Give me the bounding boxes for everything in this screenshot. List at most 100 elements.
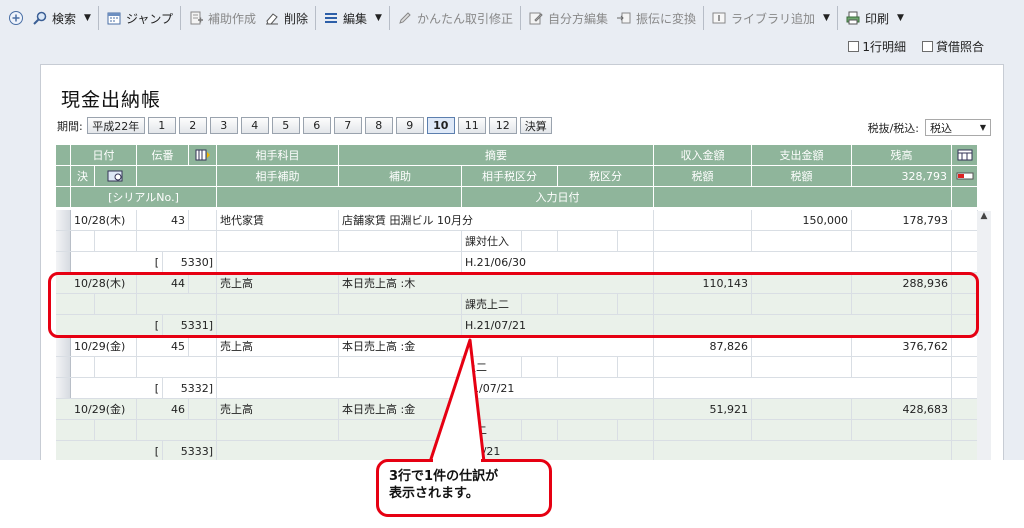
- cell-balance[interactable]: 178,793: [852, 210, 952, 230]
- journal-entry[interactable]: 10/29(金) 45 売上高 本日売上高 :金 87,826 376,762 上二[533…: [56, 336, 978, 399]
- cell-empty[interactable]: [339, 420, 462, 440]
- sub-create-button[interactable]: 補助作成: [184, 5, 260, 31]
- cell-empty[interactable]: [217, 252, 462, 272]
- cell-empty[interactable]: [952, 231, 978, 251]
- chevron-down-icon[interactable]: ▼: [375, 13, 382, 23]
- journal-entry[interactable]: 10/28(木) 43 地代家賃 店舗家賃 田淵ビル 10月分 150,000 178,7…: [56, 210, 978, 273]
- month-button[interactable]: 7: [333, 117, 362, 134]
- cell-empty[interactable]: [522, 231, 558, 251]
- cell-empty[interactable]: [852, 231, 952, 251]
- header-balance[interactable]: 残高: [852, 145, 952, 165]
- cell-empty[interactable]: [217, 441, 462, 460]
- cell-empty[interactable]: [95, 231, 137, 251]
- month-button[interactable]: 9: [395, 117, 424, 134]
- cell-empty[interactable]: [217, 378, 462, 398]
- cell-empty[interactable]: [952, 336, 978, 356]
- balance-check-checkbox[interactable]: 貸借照合: [921, 38, 984, 55]
- cell-empty[interactable]: [339, 231, 462, 251]
- search-button[interactable]: 検索 ▼: [28, 5, 95, 31]
- era-button[interactable]: 平成22年: [86, 117, 145, 134]
- cell-empty[interactable]: [95, 357, 137, 377]
- header-aux[interactable]: 補助: [339, 166, 462, 186]
- cell-empty[interactable]: [618, 231, 654, 251]
- jump-button[interactable]: ジャンプ: [102, 5, 177, 31]
- month-button[interactable]: 11: [457, 117, 486, 134]
- cell-empty[interactable]: [217, 231, 339, 251]
- cell-summary[interactable]: 本日売上高 :金: [339, 336, 654, 356]
- cell-expense[interactable]: [752, 399, 852, 419]
- cell-empty[interactable]: [952, 420, 978, 440]
- cell-counter-tax[interactable]: 課対仕入: [462, 231, 522, 251]
- cell-summary[interactable]: 店舗家賃 田淵ビル 10月分: [339, 210, 654, 230]
- cell-empty[interactable]: [952, 210, 978, 230]
- cell-empty[interactable]: [952, 357, 978, 377]
- header-counter-tax[interactable]: 相手税区分: [462, 166, 558, 186]
- cell-empty[interactable]: [189, 336, 217, 356]
- month-button[interactable]: 6: [302, 117, 331, 134]
- cell-income[interactable]: 51,921: [654, 399, 752, 419]
- print-button[interactable]: 印刷 ▼: [841, 5, 908, 31]
- cell-voucher[interactable]: 43: [137, 210, 189, 230]
- cell-balance[interactable]: 428,683: [852, 399, 952, 419]
- month-button[interactable]: 4: [240, 117, 269, 134]
- cell-account[interactable]: 売上高: [217, 399, 339, 419]
- cell-empty[interactable]: [189, 210, 217, 230]
- cell-input-date[interactable]: /07/21: [462, 441, 654, 460]
- cell-serial-open[interactable]: [: [71, 252, 163, 272]
- cell-voucher[interactable]: 45: [137, 336, 189, 356]
- cell-empty[interactable]: [71, 420, 95, 440]
- cell-empty[interactable]: [654, 420, 752, 440]
- cell-empty[interactable]: [852, 420, 952, 440]
- cell-expense[interactable]: [752, 336, 852, 356]
- header-tax-amount-income[interactable]: 税額: [654, 166, 752, 186]
- cell-expense[interactable]: 150,000: [752, 210, 852, 230]
- header-income[interactable]: 収入金額: [654, 145, 752, 165]
- header-settle[interactable]: 決: [71, 166, 95, 186]
- cell-serial-open[interactable]: [: [71, 378, 163, 398]
- header-input-date[interactable]: 入力日付: [462, 187, 654, 207]
- checkbox-box[interactable]: [921, 41, 933, 52]
- header-settings-button[interactable]: [952, 145, 978, 165]
- checkbox-box[interactable]: [848, 41, 860, 52]
- header-summary[interactable]: 摘要: [339, 145, 654, 165]
- month-button[interactable]: 1: [147, 117, 176, 134]
- cell-income[interactable]: 87,826: [654, 336, 752, 356]
- chevron-down-icon[interactable]: ▼: [84, 13, 91, 23]
- one-line-checkbox[interactable]: 1行明細: [848, 38, 906, 55]
- cell-empty[interactable]: [137, 420, 217, 440]
- cell-empty[interactable]: [558, 357, 618, 377]
- cell-empty[interactable]: [522, 420, 558, 440]
- cell-summary[interactable]: 本日売上高 :金: [339, 399, 654, 419]
- cell-empty[interactable]: [654, 378, 952, 398]
- cell-serial[interactable]: 5333]: [163, 441, 217, 460]
- cell-serial-open[interactable]: [: [71, 441, 163, 460]
- cell-empty[interactable]: [752, 231, 852, 251]
- cell-empty[interactable]: [752, 357, 852, 377]
- delete-button[interactable]: 削除: [260, 5, 312, 31]
- cell-empty[interactable]: [137, 357, 217, 377]
- cell-empty[interactable]: [952, 252, 978, 272]
- month-button[interactable]: 5: [271, 117, 300, 134]
- cell-account[interactable]: 売上高: [217, 336, 339, 356]
- edit-menu-button[interactable]: 編集 ▼: [319, 5, 386, 31]
- cell-empty[interactable]: [852, 357, 952, 377]
- month-button-active[interactable]: 10: [426, 117, 455, 134]
- header-preview-button[interactable]: [95, 166, 137, 186]
- month-button[interactable]: 8: [364, 117, 393, 134]
- easy-fix-button[interactable]: かんたん取引修正: [393, 5, 517, 31]
- month-button[interactable]: 2: [178, 117, 207, 134]
- add-button[interactable]: [4, 5, 28, 31]
- cell-empty[interactable]: [618, 420, 654, 440]
- month-button[interactable]: 3: [209, 117, 238, 134]
- cell-empty[interactable]: [952, 441, 978, 460]
- header-toggle-button[interactable]: [952, 166, 978, 186]
- cell-empty[interactable]: [137, 231, 217, 251]
- cell-empty[interactable]: [558, 420, 618, 440]
- cell-empty[interactable]: [752, 420, 852, 440]
- cell-empty[interactable]: [522, 357, 558, 377]
- chevron-down-icon[interactable]: ▼: [980, 123, 986, 132]
- cell-empty[interactable]: [618, 357, 654, 377]
- cell-empty[interactable]: [95, 420, 137, 440]
- cell-counter-tax[interactable]: 上二: [462, 420, 522, 440]
- header-voucher[interactable]: 伝番: [137, 145, 189, 165]
